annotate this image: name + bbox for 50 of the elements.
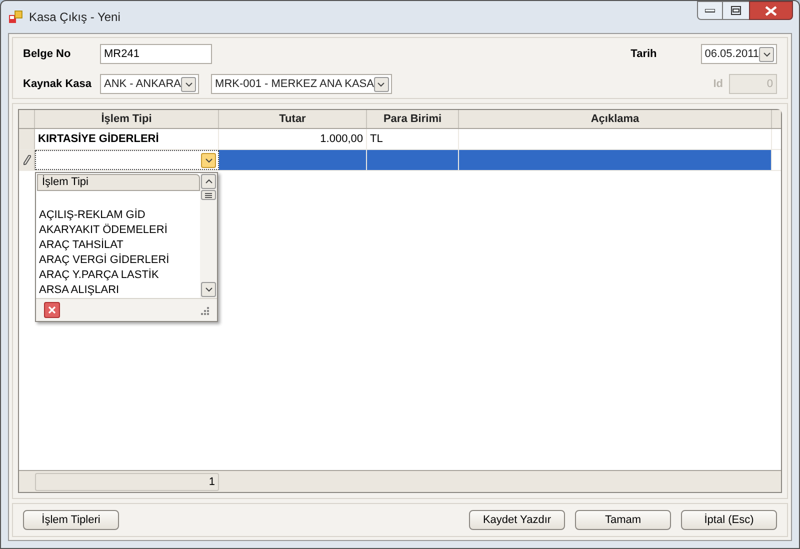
caret-icon	[184, 82, 193, 86]
pencil-icon	[22, 155, 30, 165]
list-item[interactable]: AÇILIŞ-REKLAM GİD	[39, 208, 200, 223]
scrollbar[interactable]	[200, 173, 217, 298]
belge-no-field[interactable]: MR241	[100, 44, 212, 64]
row-indicator[interactable]	[19, 150, 35, 170]
field-label: Kaynak Kasa	[23, 76, 92, 92]
minimize-button[interactable]	[697, 1, 723, 20]
list-item[interactable]: ARAÇ VERGİ GİDERLERİ	[39, 253, 200, 268]
resize-grip-icon[interactable]	[200, 306, 209, 314]
field-label: Tarih	[630, 46, 657, 62]
window-title: Kasa Çıkış - Yeni	[29, 9, 120, 26]
list-item[interactable]: AKARYAKIT ÖDEMELERİ	[39, 223, 200, 238]
action-button[interactable]: İptal (Esc)	[681, 510, 777, 530]
clear-button[interactable]	[44, 302, 60, 318]
scroll-down-icon	[204, 287, 212, 292]
table-cell: KIRTASİYE GİDERLERİ	[35, 129, 219, 149]
action-button[interactable]: Tamam	[575, 510, 671, 530]
islem-tipleri-button[interactable]: İşlem Tipleri	[23, 510, 119, 530]
cash-box-dropdown[interactable]: MRK-001 - MERKEZ ANA KASA	[211, 74, 392, 94]
list-item[interactable]: ARSA ALIŞLARI	[39, 283, 200, 298]
app-icon	[9, 10, 23, 24]
column-header[interactable]: Tutar	[219, 110, 367, 128]
field-label: Belge No	[23, 46, 72, 62]
list-item[interactable]: ARAÇ Y.PARÇA LASTİK	[39, 268, 200, 283]
cell-editor[interactable]	[35, 150, 219, 170]
column-header[interactable]: Açıklama	[459, 110, 772, 128]
minimize-icon	[705, 8, 715, 12]
column-header[interactable]: İşlem Tipi	[37, 174, 200, 191]
column-header[interactable]: İşlem Tipi	[35, 110, 219, 128]
table-row[interactable]	[19, 150, 781, 171]
source-dropdown[interactable]: ANK - ANKARA	[100, 74, 200, 94]
caret-icon	[377, 82, 386, 86]
close-icon	[765, 6, 777, 16]
caret-icon	[204, 158, 212, 162]
table-cell: 1.000,00	[219, 129, 367, 149]
close-icon	[48, 306, 56, 314]
action-button[interactable]: Kaydet Yazdır	[469, 510, 565, 530]
caret-icon	[762, 52, 770, 56]
row-count: 1	[35, 472, 219, 490]
scroll-up-icon	[204, 179, 212, 184]
field-label: Id	[713, 76, 723, 92]
list-item[interactable]: ARAÇ TAHSİLAT	[39, 238, 200, 253]
close-button[interactable]	[749, 1, 793, 20]
column-header[interactable]: Para Birimi	[367, 110, 459, 128]
maximize-icon	[731, 6, 741, 15]
grip-icon	[205, 192, 212, 198]
table-cell: TL	[367, 129, 459, 149]
maximize-button[interactable]	[723, 1, 749, 20]
date-field[interactable]: 06.05.2011	[700, 44, 777, 64]
